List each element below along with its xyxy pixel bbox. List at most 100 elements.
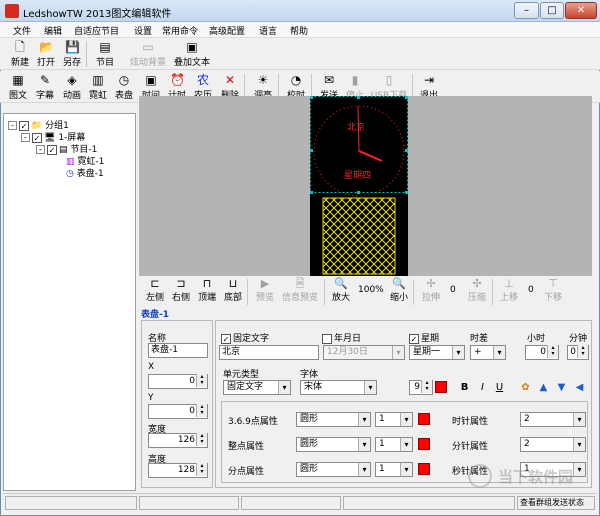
stretch-button[interactable]: ✢ 拉伸: [415, 276, 447, 306]
align-left-icon: ⊏: [150, 277, 160, 290]
date-format-select[interactable]: 12月30日: [323, 345, 405, 360]
title-bar[interactable]: LedshowTW 2013图文编辑软件 – □ ✕: [0, 0, 600, 22]
bold-button[interactable]: B: [458, 381, 471, 394]
toolbar-separator: [413, 279, 414, 305]
minute-stepper[interactable]: 0: [567, 345, 589, 360]
selection-handle[interactable]: [357, 96, 360, 99]
collapse-toggle[interactable]: -: [21, 133, 30, 142]
save-as-button[interactable]: 💾 另存: [57, 38, 87, 68]
save-icon: 💾: [65, 40, 80, 54]
dial-minute-size-select[interactable]: 1: [375, 462, 413, 477]
neon-area[interactable]: [322, 197, 396, 275]
selection-handle[interactable]: [310, 149, 313, 152]
program-button[interactable]: ▤ 节目: [90, 38, 120, 68]
fixed-text-checkbox[interactable]: ✓: [221, 333, 231, 344]
selection-handle[interactable]: [405, 149, 408, 152]
align-bottom-button[interactable]: ⊔ 底部: [217, 276, 249, 306]
zoom-in-button[interactable]: 🔍 放大: [325, 276, 357, 306]
menu-edit[interactable]: 编辑: [44, 24, 62, 37]
move-up-icon: ⊥: [504, 277, 514, 290]
minimize-button[interactable]: –: [514, 2, 539, 19]
font-size-stepper[interactable]: 9: [409, 380, 433, 395]
menu-adaptive-program[interactable]: 自适应节目: [74, 24, 119, 37]
font-label: 字体: [300, 370, 319, 380]
height-stepper[interactable]: 128: [148, 463, 208, 478]
menu-language[interactable]: 语言: [259, 24, 277, 37]
date-option[interactable]: 年月日: [320, 331, 361, 344]
timediff-sign-select[interactable]: +: [470, 345, 506, 360]
close-button[interactable]: ✕: [565, 2, 597, 19]
selection-handle[interactable]: [405, 96, 408, 99]
zoom-out-button[interactable]: 🔍 缩小: [383, 276, 415, 306]
underline-button[interactable]: U: [493, 381, 506, 394]
arrow-down-icon[interactable]: ▼: [555, 381, 568, 394]
fixed-text-field[interactable]: 北京: [219, 345, 319, 360]
collapse-toggle[interactable]: -: [36, 145, 45, 154]
arrow-up-icon[interactable]: ▲: [537, 381, 550, 394]
status-panel: [241, 496, 341, 510]
dial-369-size-select[interactable]: 1: [375, 412, 413, 427]
week-format-select[interactable]: 星期一: [409, 345, 465, 360]
week-option[interactable]: ✓ 星期: [407, 331, 439, 344]
week-checkbox[interactable]: ✓: [409, 333, 419, 344]
move-up-button[interactable]: ⊥ 上移: [493, 276, 525, 306]
dial-369-color-swatch[interactable]: [418, 413, 430, 425]
checkbox[interactable]: ✓: [47, 144, 57, 155]
timediff-label: 时差: [470, 334, 489, 344]
align-right-icon: ⊐: [176, 277, 186, 290]
group-send-status-link[interactable]: 查看群组发送状态: [517, 496, 595, 510]
fixed-text-option[interactable]: ✓ 固定文字: [219, 331, 269, 344]
dial-369-shape-select[interactable]: 圆形: [296, 412, 371, 427]
x-stepper[interactable]: 0: [148, 374, 208, 389]
menu-settings[interactable]: 设置: [134, 24, 152, 37]
hour-stepper[interactable]: 0: [525, 345, 559, 360]
overlay-text-icon: ▣: [186, 40, 198, 54]
selection-handle[interactable]: [405, 191, 408, 194]
minute-hand-select[interactable]: 2: [520, 437, 586, 452]
compress-button[interactable]: ✣ 压缩: [461, 276, 493, 306]
arrow-left-icon[interactable]: ◀: [573, 381, 586, 394]
dial-hour-shape-select[interactable]: 圆形: [296, 437, 371, 452]
menu-bar: 文件 编辑 自适应节目 设置 常用命令 高级配置 语言 帮助: [0, 22, 600, 38]
checkbox[interactable]: ✓: [32, 132, 42, 143]
move-down-button[interactable]: ⊤ 下移: [537, 276, 569, 306]
y-stepper[interactable]: 0: [148, 404, 208, 419]
x-label: X: [148, 362, 155, 372]
menu-file[interactable]: 文件: [13, 24, 31, 37]
menu-advanced-config[interactable]: 高级配置: [209, 24, 245, 37]
menu-common-commands[interactable]: 常用命令: [162, 24, 198, 37]
date-checkbox[interactable]: [322, 333, 332, 344]
italic-button[interactable]: I: [476, 381, 489, 394]
tree-item-clock[interactable]: ◷ 表盘-1: [66, 166, 104, 179]
dial-minute-color-swatch[interactable]: [418, 463, 430, 475]
dial-hour-size-select[interactable]: 1: [375, 437, 413, 452]
dynamic-background-button[interactable]: ▭ 炫动背景: [129, 38, 167, 68]
window-title: LedshowTW 2013图文编辑软件: [23, 9, 172, 20]
maximize-button[interactable]: □: [540, 2, 564, 19]
width-stepper[interactable]: 126: [148, 433, 208, 448]
led-screen[interactable]: 北京 星期四: [310, 96, 408, 276]
checkbox[interactable]: ✓: [19, 120, 29, 131]
dial-minute-shape-select[interactable]: 圆形: [296, 462, 371, 477]
selection-handle[interactable]: [310, 191, 313, 194]
toolbar-separator: [247, 279, 248, 305]
info-preview-icon: 🗎: [295, 277, 305, 290]
selection-handle[interactable]: [310, 96, 313, 99]
unit-type-select[interactable]: 固定文字: [223, 380, 291, 395]
selection-handle[interactable]: [357, 191, 360, 194]
dial-hour-color-swatch[interactable]: [418, 438, 430, 450]
status-panel: [343, 496, 515, 510]
overlay-text-button[interactable]: ▣ 叠加文本: [172, 38, 212, 68]
hour-hand-select[interactable]: 2: [520, 412, 586, 427]
palette-icon[interactable]: ✿: [519, 381, 532, 394]
preview-button[interactable]: ▶ 预览: [249, 276, 281, 306]
collapse-toggle[interactable]: -: [8, 121, 17, 130]
menu-help[interactable]: 帮助: [290, 24, 308, 37]
usb-download-icon: ▯: [385, 73, 393, 87]
preview-icon: ▶: [260, 277, 270, 290]
dial-minute-label: 分点属性: [228, 467, 265, 477]
text-color-swatch[interactable]: [435, 381, 447, 393]
info-preview-button[interactable]: 🗎 信息预览: [279, 276, 321, 306]
font-select[interactable]: 宋体: [300, 380, 377, 395]
name-field[interactable]: 表盘-1: [148, 343, 208, 358]
